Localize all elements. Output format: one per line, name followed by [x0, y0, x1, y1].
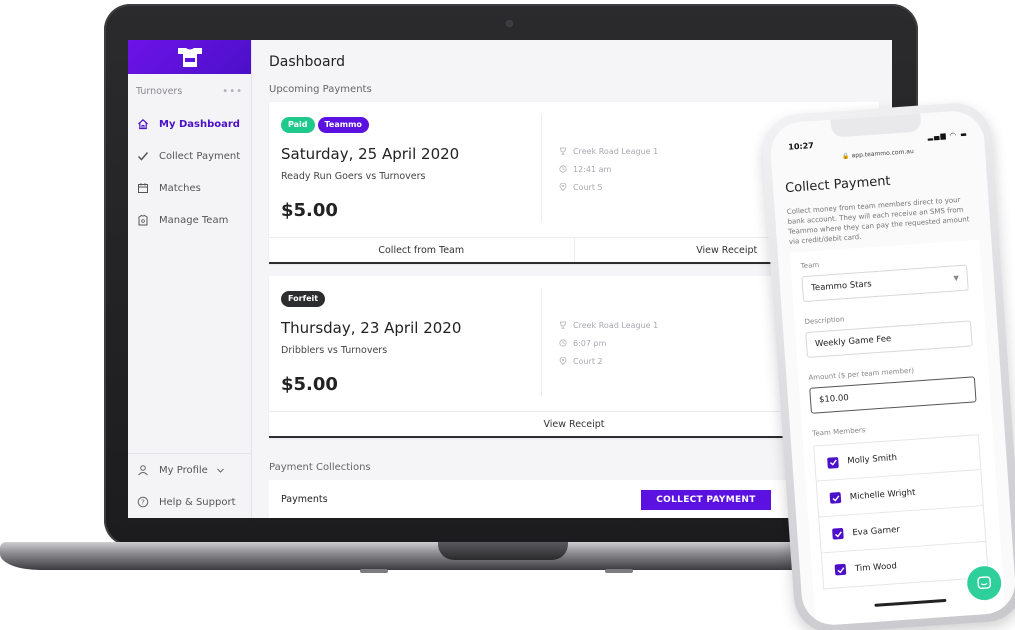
checkbox-checked-icon	[829, 491, 842, 504]
league-name: Creek Road League 1	[573, 320, 659, 330]
card-meta: Creek Road League 1 6:07 pm Court 2	[559, 316, 658, 370]
team-switcher[interactable]: Turnovers •••	[128, 74, 251, 108]
trophy-icon	[560, 321, 566, 329]
sidebar-bottom: My Profile ? Help & Support	[128, 453, 252, 518]
team-name: Turnovers	[136, 85, 183, 97]
location-pin-icon	[559, 357, 567, 365]
card-match: Ready Run Goers vs Turnovers	[281, 171, 426, 182]
team-members-label: Team Members	[812, 426, 866, 438]
laptop-foot-left	[360, 569, 388, 573]
amount-label: Amount ($ per team member)	[808, 366, 915, 382]
phone-screen: 10:27 ▂▄▆ ◠ ▬ 🔒 app.teammo.com.au Collec…	[768, 109, 1015, 627]
card-meta: Creek Road League 1 12:41 am Court 5	[559, 142, 658, 196]
card-match: Dribblers vs Turnovers	[281, 345, 388, 356]
chevron-down-icon[interactable]	[216, 466, 225, 475]
card-amount: $5.00	[281, 200, 338, 221]
collect-payment-button[interactable]: COLLECT PAYMENT	[641, 490, 771, 510]
amount-input[interactable]: $10.00	[809, 376, 977, 414]
checkbox-checked-icon	[832, 527, 844, 540]
card-details: Forfeit Thursday, 23 April 2020 Dribbler…	[281, 286, 461, 395]
forfeit-badge: Forfeit	[281, 291, 326, 307]
sidebar-item-my-profile[interactable]: My Profile	[128, 454, 252, 486]
clock-icon	[559, 339, 567, 347]
jersey-icon	[177, 48, 202, 67]
card-amount: $5.00	[281, 374, 338, 395]
location-pin-icon	[559, 183, 567, 191]
home-icon	[138, 118, 148, 130]
sidebar-item-label: My Profile	[159, 464, 208, 476]
laptop-notch	[438, 542, 568, 560]
team-label: Team	[800, 260, 820, 271]
phone-device: 10:27 ▂▄▆ ◠ ▬ 🔒 app.teammo.com.au Collec…	[760, 100, 1015, 630]
card-divider	[541, 288, 542, 396]
description-input[interactable]: Weekly Game Fee	[805, 320, 973, 358]
user-icon	[138, 465, 148, 476]
league-line: Creek Road League 1	[559, 142, 658, 160]
phone-page-title: Collect Payment	[784, 173, 892, 197]
time-line: 6:07 pm	[559, 334, 658, 352]
teammo-logo[interactable]	[128, 40, 251, 74]
sidebar-item-collect-payment[interactable]: Collect Payment	[128, 140, 251, 172]
upcoming-payments-title: Upcoming Payments	[269, 84, 372, 95]
caret-down-icon: ▼	[953, 274, 960, 283]
calendar-icon	[138, 183, 148, 193]
sidebar-item-label: Matches	[159, 182, 201, 194]
match-time: 6:07 pm	[573, 338, 607, 348]
checkbox-checked-icon	[834, 563, 847, 576]
sidebar-item-label: Manage Team	[159, 214, 229, 226]
payments-label: Payments	[281, 494, 328, 505]
phone-clock: 10:27	[788, 140, 815, 152]
collect-from-team-button[interactable]: Collect from Team	[269, 238, 574, 262]
time-line: 12:41 am	[559, 160, 658, 178]
sidebar-item-label: Help & Support	[159, 496, 236, 508]
sidebar-item-label: My Dashboard	[159, 118, 240, 130]
card-date: Thursday, 23 April 2020	[281, 319, 462, 337]
member-name: Molly Smith	[847, 452, 898, 467]
phone-description: Collect money from team members direct t…	[786, 195, 970, 246]
team-select-value: Teammo Stars	[810, 279, 872, 294]
teammo-badge: Teammo	[317, 117, 369, 133]
match-time: 12:41 am	[573, 164, 612, 174]
trophy-icon	[560, 147, 566, 155]
card-date: Saturday, 25 April 2020	[281, 145, 460, 163]
court-line: Court 2	[559, 352, 658, 370]
court-line: Court 5	[559, 178, 658, 196]
more-icon[interactable]: •••	[222, 86, 243, 97]
sidebar-item-matches[interactable]: Matches	[128, 172, 251, 204]
member-name: Tim Wood	[854, 560, 898, 574]
league-line: Creek Road League 1	[559, 316, 658, 334]
description-label: Description	[804, 315, 845, 327]
card-divider	[541, 114, 542, 222]
court-name: Court 2	[573, 356, 603, 366]
team-icon	[138, 214, 148, 226]
svg-text:?: ?	[141, 499, 145, 507]
member-name: Michelle Wright	[849, 487, 916, 502]
page-title: Dashboard	[269, 54, 345, 70]
checkbox-checked-icon	[827, 456, 839, 469]
sidebar-item-my-dashboard[interactable]: My Dashboard	[128, 108, 251, 140]
laptop-foot-right	[605, 569, 633, 573]
help-icon: ?	[137, 496, 149, 508]
team-select[interactable]: Teammo Stars ▼	[801, 264, 969, 303]
card-details: Paid Teammo Saturday, 25 April 2020 Ready…	[281, 112, 459, 221]
sidebar: Turnovers ••• My Dashboard Collect Payme…	[128, 40, 252, 518]
league-name: Creek Road League 1	[573, 146, 659, 156]
checkmark-icon	[137, 152, 149, 161]
sidebar-item-manage-team[interactable]: Manage Team	[128, 204, 251, 236]
clock-icon	[559, 165, 567, 173]
court-name: Court 5	[573, 182, 603, 192]
sidebar-item-help[interactable]: ? Help & Support	[128, 486, 252, 518]
laptop-camera	[506, 20, 513, 27]
sidebar-item-label: Collect Payment	[159, 150, 241, 162]
member-name: Eva Garner	[852, 524, 901, 538]
payment-collections-title: Payment Collections	[269, 462, 371, 473]
paid-badge: Paid	[281, 117, 315, 133]
status-icons: ▂▄▆ ◠ ▬	[927, 130, 969, 142]
